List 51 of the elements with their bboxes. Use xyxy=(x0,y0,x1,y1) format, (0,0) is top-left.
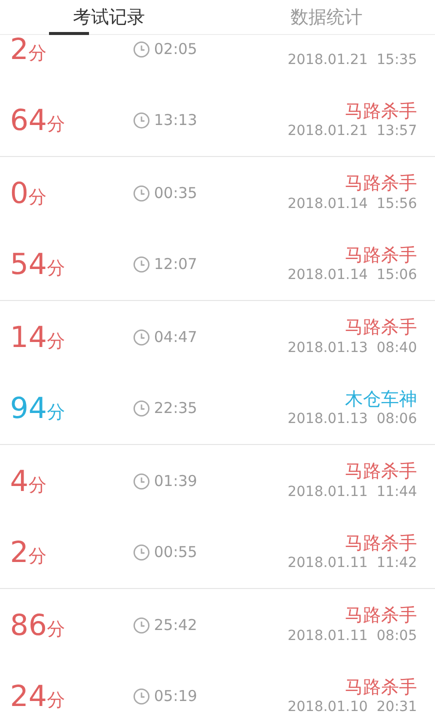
clock-icon xyxy=(133,112,150,129)
duration: 02:05 xyxy=(154,38,198,60)
score: 64分 xyxy=(10,106,66,135)
score: 4分 xyxy=(10,466,48,496)
score: 86分 xyxy=(10,610,66,640)
rank-title: 马路杀手 xyxy=(345,317,417,339)
date-time: 2018.01.21 15:35 xyxy=(288,50,417,69)
date-time: 2018.01.21 13:57 xyxy=(288,122,417,140)
rank-title: 木仓车神 xyxy=(345,388,417,410)
date-time: 2018.01.13 08:06 xyxy=(288,410,417,428)
clock-icon xyxy=(133,400,150,417)
duration: 00:35 xyxy=(154,182,198,204)
clock-icon xyxy=(133,328,150,346)
date-time: 2018.01.13 08:40 xyxy=(288,338,417,357)
duration: 13:13 xyxy=(154,110,198,132)
tab[interactable]: 考试记录 xyxy=(0,0,218,35)
duration: 00:55 xyxy=(154,542,198,564)
score: 2分 xyxy=(10,538,48,567)
score: 24分 xyxy=(10,682,66,711)
clock-icon xyxy=(133,472,150,490)
date-time: 2018.01.14 15:06 xyxy=(288,266,417,284)
date-time: 2018.01.14 15:56 xyxy=(288,194,417,213)
rank-title: 马路杀手 xyxy=(345,173,417,195)
duration: 01:39 xyxy=(154,470,198,492)
clock-icon xyxy=(133,40,150,58)
rank-title: 马路杀手 xyxy=(345,244,417,266)
date-time: 2018.01.11 08:05 xyxy=(288,626,417,645)
clock-icon xyxy=(133,184,150,202)
score: 54分 xyxy=(10,250,66,279)
duration: 04:47 xyxy=(154,326,198,348)
tab-indicator xyxy=(48,32,89,35)
date-time: 2018.01.11 11:44 xyxy=(288,482,417,501)
duration: 22:35 xyxy=(154,398,198,420)
clock-icon xyxy=(133,616,150,634)
duration: 05:19 xyxy=(154,686,198,708)
date-time: 2018.01.10 20:31 xyxy=(288,698,417,716)
score: 94分 xyxy=(10,394,66,423)
clock-icon xyxy=(133,256,150,273)
rank-title: 马路杀手 xyxy=(345,605,417,627)
clock-icon xyxy=(133,544,150,561)
rank-title: 马路杀手 xyxy=(345,676,417,698)
score: 2分 xyxy=(10,34,48,64)
date-time: 2018.01.11 11:42 xyxy=(288,554,417,572)
duration: 25:42 xyxy=(154,614,198,636)
rank-title: 马路杀手 xyxy=(345,100,417,122)
clock-icon xyxy=(133,688,150,705)
score: 14分 xyxy=(10,322,66,352)
score: 0分 xyxy=(10,178,48,208)
rank-title: 马路杀手 xyxy=(345,532,417,554)
duration: 12:07 xyxy=(154,254,198,276)
rank-title: 马路杀手 xyxy=(345,461,417,483)
